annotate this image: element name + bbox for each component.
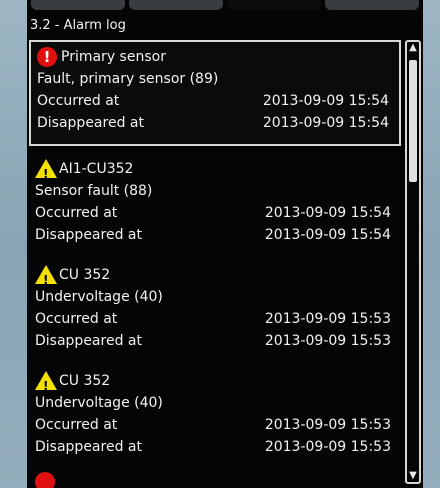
- occurred-value: 2013-09-09 15:54: [264, 205, 391, 221]
- warning-triangle-icon: !: [35, 159, 57, 181]
- disappeared-label: Disappeared at: [35, 333, 142, 349]
- display-screen: 3.2 - Alarm log ! Primary sensor Fault, …: [27, 0, 423, 488]
- alarm-log-list: ! Primary sensor Fault, primary sensor (…: [29, 40, 401, 472]
- disappeared-value: 2013-09-09 15:54: [264, 227, 391, 243]
- entry-source: CU 352: [59, 267, 111, 283]
- occurred-label: Occurred at: [35, 205, 118, 221]
- entry-header: ! CU 352: [35, 370, 395, 393]
- occurred-value: 2013-09-09 15:53: [264, 417, 391, 433]
- entry-source: AI1-CU352: [59, 161, 134, 177]
- disappeared-value: 2013-09-09 15:53: [264, 439, 391, 455]
- alarm-entry[interactable]: ! AI1-CU352 Sensor fault (88) Occurred a…: [29, 154, 401, 260]
- scroll-up-arrow-icon[interactable]: ▲: [407, 42, 419, 54]
- occurred-label: Occurred at: [37, 93, 120, 109]
- entry-description: Fault, primary sensor (89): [37, 71, 219, 87]
- entry-header: ! Primary sensor: [37, 46, 393, 68]
- occurred-row: Occurred at 2013-09-09 15:54: [35, 202, 395, 224]
- occurred-label: Occurred at: [35, 311, 118, 327]
- disappeared-row: Disappeared at 2013-09-09 15:54: [37, 112, 393, 134]
- disappeared-label: Disappeared at: [37, 115, 144, 131]
- alarm-circle-icon: [35, 472, 55, 488]
- entry-source: CU 352: [59, 373, 111, 389]
- occurred-row: Occurred at 2013-09-09 15:53: [35, 414, 395, 436]
- disappeared-label: Disappeared at: [35, 227, 142, 243]
- tab-settings[interactable]: [129, 0, 223, 10]
- entry-description: Undervoltage (40): [35, 289, 163, 305]
- occurred-value: 2013-09-09 15:53: [264, 311, 391, 327]
- alarm-entry[interactable]: ! CU 352 Undervoltage (40) Occurred at 2…: [29, 260, 401, 366]
- occurred-row: Occurred at 2013-09-09 15:53: [35, 308, 395, 330]
- disappeared-value: 2013-09-09 15:54: [262, 115, 389, 131]
- warning-triangle-icon: !: [35, 371, 57, 393]
- alarm-entry[interactable]: ! Primary sensor Fault, primary sensor (…: [29, 40, 401, 146]
- screen-title: 3.2 - Alarm log: [30, 18, 126, 33]
- alarm-circle-icon: !: [37, 47, 57, 67]
- entry-source: Primary sensor: [61, 49, 166, 65]
- occurred-value: 2013-09-09 15:54: [262, 93, 389, 109]
- occurred-row: Occurred at 2013-09-09 15:54: [37, 90, 393, 112]
- entry-header: ! AI1-CU352: [35, 158, 395, 181]
- scroll-down-arrow-icon[interactable]: ▼: [407, 470, 419, 482]
- disappeared-row: Disappeared at 2013-09-09 15:53: [35, 436, 395, 458]
- tab-status[interactable]: [31, 0, 125, 10]
- tab-bar: [27, 0, 423, 14]
- entry-description: Undervoltage (40): [35, 395, 163, 411]
- disappeared-row: Disappeared at 2013-09-09 15:53: [35, 330, 395, 352]
- tab-assist[interactable]: [325, 0, 419, 10]
- warning-triangle-icon: !: [35, 265, 57, 287]
- scrollbar[interactable]: ▲ ▼: [405, 40, 421, 484]
- disappeared-label: Disappeared at: [35, 439, 142, 455]
- tab-alarm[interactable]: [227, 0, 321, 10]
- disappeared-value: 2013-09-09 15:53: [264, 333, 391, 349]
- disappeared-row: Disappeared at 2013-09-09 15:54: [35, 224, 395, 246]
- occurred-label: Occurred at: [35, 417, 118, 433]
- alarm-entry[interactable]: ! CU 352 Undervoltage (40) Occurred at 2…: [29, 366, 401, 472]
- entry-description: Sensor fault (88): [35, 183, 153, 199]
- scroll-thumb[interactable]: [409, 60, 417, 182]
- entry-header: ! CU 352: [35, 264, 395, 287]
